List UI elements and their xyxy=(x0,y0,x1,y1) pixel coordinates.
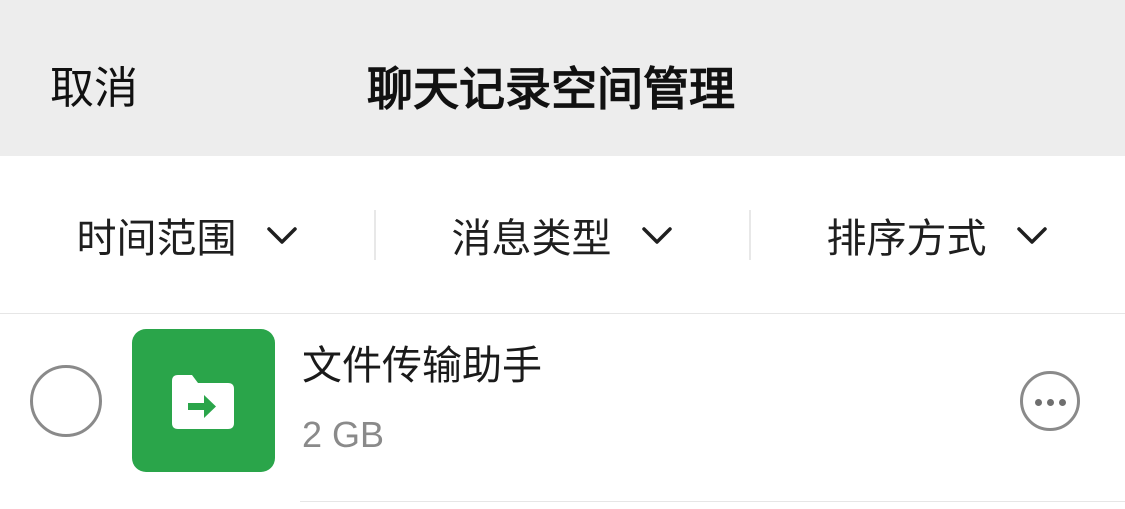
navigation-bar: 取消 聊天记录空间管理 xyxy=(0,0,1125,156)
chat-name: 文件传输助手 xyxy=(302,343,542,389)
more-options-button[interactable] xyxy=(1020,371,1080,431)
folder-transfer-icon xyxy=(132,329,275,472)
more-dot xyxy=(1059,399,1066,406)
message-type-filter[interactable]: 消息类型 xyxy=(375,156,750,314)
row-separator xyxy=(300,501,1125,502)
sort-order-filter-label: 排序方式 xyxy=(826,216,987,262)
chevron-down-icon xyxy=(1016,227,1047,244)
more-dot xyxy=(1035,399,1042,406)
message-type-filter-label: 消息类型 xyxy=(451,216,612,262)
more-dot xyxy=(1047,399,1054,406)
page-title: 聊天记录空间管理 xyxy=(367,62,735,116)
select-checkbox[interactable] xyxy=(30,365,102,437)
chat-storage-size: 2 GB xyxy=(302,414,385,455)
chevron-down-icon xyxy=(641,227,672,244)
time-range-filter[interactable]: 时间范围 xyxy=(0,156,375,314)
chat-list-item[interactable]: 文件传输助手 2 GB xyxy=(0,315,1125,503)
time-range-filter-label: 时间范围 xyxy=(76,216,237,262)
cancel-button[interactable]: 取消 xyxy=(50,60,138,118)
chevron-down-icon xyxy=(266,227,297,244)
sort-order-filter[interactable]: 排序方式 xyxy=(750,156,1125,314)
filter-bar: 时间范围 消息类型 排序方式 xyxy=(0,156,1125,314)
